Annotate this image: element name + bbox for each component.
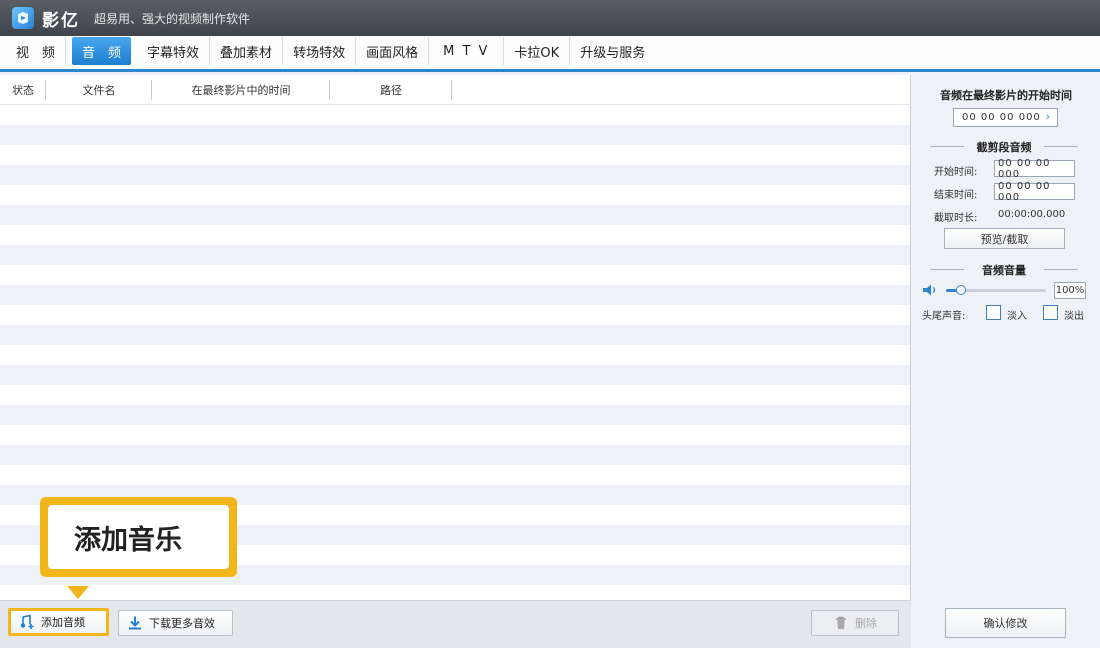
list-row: [0, 125, 910, 145]
list-row: [0, 265, 910, 285]
trim-start-input[interactable]: 00 00 00 000: [994, 158, 1075, 180]
app-logo-icon: [12, 7, 34, 29]
list-row: [0, 325, 910, 345]
confirm-changes-button[interactable]: 确认修改: [945, 608, 1066, 638]
tab-overlay-material[interactable]: 叠加素材: [210, 37, 284, 65]
app-name: 影亿: [42, 10, 80, 31]
main-tab-bar: 视 频 音 频 字幕特效 叠加素材 转场特效 画面风格 M T V 卡拉OK 升…: [0, 36, 1100, 72]
tab-upgrade-service[interactable]: 升级与服务: [570, 37, 655, 65]
column-header-path[interactable]: 路径: [330, 75, 452, 105]
volume-slider-handle[interactable]: [956, 285, 966, 295]
add-audio-button[interactable]: 添加音频: [8, 608, 109, 636]
list-row: [0, 145, 910, 165]
add-music-callout: 添加音乐: [40, 497, 237, 577]
list-row: [0, 305, 910, 325]
column-header-time-in-movie[interactable]: 在最终影片中的时间: [152, 75, 330, 105]
list-row: [0, 165, 910, 185]
title-bar: 影亿 超易用、强大的视频制作软件: [0, 0, 1100, 36]
callout-text: 添加音乐: [48, 505, 229, 569]
movie-start-time-input[interactable]: 00 00 00 000 ›: [953, 108, 1058, 127]
app-tagline: 超易用、强大的视频制作软件: [94, 11, 251, 26]
preview-trim-button[interactable]: 预览/截取: [944, 228, 1065, 249]
list-row: [0, 445, 910, 465]
tab-picture-style[interactable]: 画面风格: [356, 37, 430, 65]
trim-end-input[interactable]: 00 00 00 000: [994, 181, 1075, 203]
table-header: 状态 文件名 在最终影片中的时间 路径: [0, 75, 910, 105]
list-row: [0, 405, 910, 425]
volume-slider[interactable]: [946, 285, 1046, 295]
movie-start-time-value: 00 00 00 000: [962, 112, 1041, 123]
download-icon: [129, 616, 141, 630]
fade-out-label: 淡出: [1064, 311, 1084, 322]
trim-end-label: 结束时间:: [934, 190, 978, 201]
list-row: [0, 285, 910, 305]
list-row: [0, 345, 910, 365]
callout-arrow: [67, 586, 89, 599]
delete-button[interactable]: 删除: [811, 610, 899, 636]
tab-transition-effects[interactable]: 转场特效: [283, 37, 357, 65]
fade-in-label: 淡入: [1007, 311, 1027, 322]
fade-in-checkbox[interactable]: [986, 305, 1001, 320]
column-header-filename[interactable]: 文件名: [46, 75, 152, 105]
list-row: [0, 365, 910, 385]
column-header-status[interactable]: 状态: [0, 75, 46, 105]
trim-section-header: 截剪段音频: [930, 139, 1078, 155]
start-time-title: 音频在最终影片的开始时间: [940, 89, 1072, 102]
list-row: [0, 385, 910, 405]
tab-video[interactable]: 视 频: [6, 37, 67, 65]
list-row: [0, 105, 910, 125]
tab-karaoke[interactable]: 卡拉OK: [504, 37, 571, 65]
download-more-label: 下载更多音效: [149, 617, 215, 630]
list-row: [0, 205, 910, 225]
tab-audio[interactable]: 音 频: [72, 37, 132, 65]
tab-subtitle-effects[interactable]: 字幕特效: [137, 37, 211, 65]
delete-label: 删除: [855, 617, 877, 630]
trim-duration-label: 截取时长:: [934, 213, 978, 224]
speaker-icon[interactable]: [922, 283, 940, 297]
music-note-add-icon: [20, 614, 34, 629]
fade-out-checkbox[interactable]: [1043, 305, 1058, 320]
volume-value-input[interactable]: 100%: [1054, 282, 1086, 299]
list-row: [0, 185, 910, 205]
list-row: [0, 585, 910, 600]
tab-mtv[interactable]: M T V: [429, 37, 505, 65]
trash-icon: [836, 616, 846, 629]
download-more-effects-button[interactable]: 下载更多音效: [118, 610, 233, 636]
chevron-right-icon[interactable]: ›: [1046, 110, 1051, 123]
trim-start-label: 开始时间:: [934, 167, 978, 178]
trim-duration-value: 00:00:00.000: [998, 209, 1066, 220]
add-audio-label: 添加音频: [41, 616, 85, 629]
volume-section-header: 音频音量: [930, 262, 1078, 278]
bottom-toolbar: 添加音频 下载更多音效 删除: [0, 600, 911, 648]
list-row: [0, 225, 910, 245]
audio-settings-panel: 音频在最终影片的开始时间 00 00 00 000 › 截剪段音频 开始时间: …: [912, 75, 1100, 648]
list-row: [0, 425, 910, 445]
fade-label: 头尾声音:: [922, 311, 966, 322]
list-row: [0, 465, 910, 485]
list-row: [0, 245, 910, 265]
